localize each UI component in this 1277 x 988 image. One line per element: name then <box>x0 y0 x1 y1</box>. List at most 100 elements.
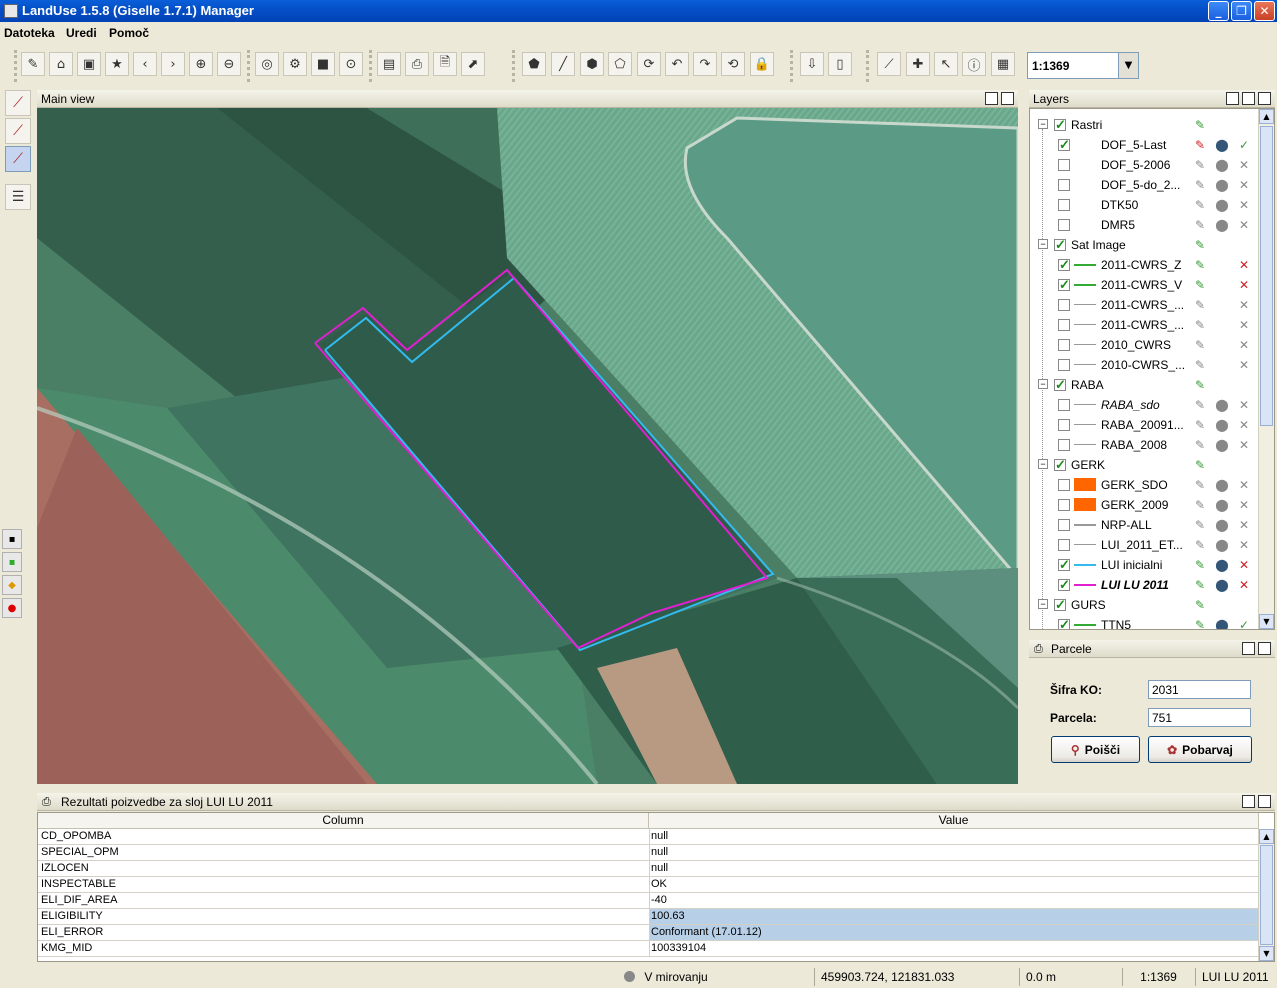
redo-icon[interactable]: ↷ <box>693 52 717 76</box>
maximize-icon[interactable] <box>1001 92 1014 105</box>
select-layer-icon[interactable]: ✕ <box>1236 357 1252 373</box>
close-button[interactable]: ✕ <box>1254 1 1275 21</box>
maximize-button[interactable]: ❐ <box>1231 1 1252 21</box>
checkbox[interactable] <box>1054 457 1066 473</box>
print-preview-icon[interactable]: 🗎 <box>433 52 457 76</box>
pdf-export-icon[interactable]: ⬈ <box>461 52 485 76</box>
table-row[interactable]: KMG_MID 100339104 <box>38 941 1259 957</box>
undo-icon[interactable]: ↶ <box>665 52 689 76</box>
table-row-highlighted[interactable]: ELIGIBILITY 100.63 <box>38 909 1259 925</box>
scroll-thumb[interactable] <box>1260 126 1273 426</box>
checkbox[interactable] <box>1058 257 1070 273</box>
checkbox[interactable] <box>1058 439 1070 451</box>
color-button[interactable]: ✿ Pobarvaj <box>1148 736 1252 763</box>
query-layer-icon[interactable]: ⬤ <box>1214 177 1230 193</box>
restore-icon[interactable] <box>985 92 998 105</box>
edit-layer-icon[interactable]: ✎ <box>1192 457 1208 473</box>
restore-icon[interactable] <box>1242 92 1255 105</box>
edit-layer-icon[interactable]: ✎ <box>1192 377 1208 393</box>
column-header[interactable]: Column <box>38 813 649 829</box>
layer-edit-icon[interactable]: ⬢ <box>580 52 604 76</box>
select-layer-icon[interactable]: ✕ <box>1236 317 1252 333</box>
checkbox[interactable] <box>1058 319 1070 331</box>
new-document-icon[interactable]: ▯ <box>828 52 852 76</box>
zoom-in-icon[interactable]: ⊕ <box>189 52 213 76</box>
layer-cwrs-v[interactable]: 2011-CWRS_V ✎ ✕ <box>1030 275 1258 295</box>
checkbox[interactable] <box>1058 539 1070 551</box>
gray-layer-icon[interactable]: ▪ <box>2 529 22 549</box>
edit-layer-icon[interactable]: ✎ <box>1192 217 1208 233</box>
checkbox[interactable] <box>1058 519 1070 531</box>
edit-layer-icon[interactable]: ✎ <box>1192 437 1208 453</box>
checkbox[interactable] <box>1058 179 1070 191</box>
select-layer-icon[interactable]: ✕ <box>1236 397 1252 413</box>
results-scrollbar[interactable]: ▲ ▼ <box>1258 829 1274 961</box>
select-layer-icon[interactable]: ✕ <box>1236 577 1252 593</box>
edit-line-icon[interactable]: ⟋ <box>5 146 31 172</box>
query-layer-icon[interactable]: ⬤ <box>1214 557 1230 573</box>
layer-group-gurs[interactable]: − GURS ✎ <box>1030 595 1258 615</box>
scroll-down-icon[interactable]: ▼ <box>1259 946 1274 961</box>
select-layer-icon[interactable]: ✕ <box>1236 537 1252 553</box>
query-layer-icon[interactable]: ⬤ <box>1214 437 1230 453</box>
edit-pencil-icon[interactable]: ✎ <box>21 52 45 76</box>
layer-dtk50[interactable]: DTK50 ✎ ⬤ ✕ <box>1030 195 1258 215</box>
edit-layer-icon[interactable]: ✎ <box>1192 597 1208 613</box>
checkbox[interactable] <box>1058 159 1070 171</box>
query-layer-icon[interactable]: ⬤ <box>1214 517 1230 533</box>
pointer-info-icon[interactable]: ↖ <box>934 52 958 76</box>
layers-list-icon[interactable] <box>1226 92 1239 105</box>
query-layer-icon[interactable]: ⬤ <box>1214 157 1230 173</box>
pin-icon[interactable]: ✚ <box>906 52 930 76</box>
document-icon[interactable]: ▤ <box>377 52 401 76</box>
select-layer-icon[interactable]: ✓ <box>1236 617 1252 629</box>
parcel-input[interactable]: 751 <box>1148 708 1251 727</box>
checkbox[interactable] <box>1058 219 1070 231</box>
restore-icon[interactable] <box>1242 795 1255 808</box>
collapse-icon[interactable]: − <box>1038 459 1048 469</box>
edit-layer-icon[interactable]: ✎ <box>1192 317 1208 333</box>
checkbox[interactable] <box>1058 339 1070 351</box>
select-rect-icon[interactable]: ■ <box>311 52 335 76</box>
layer-group-gerk[interactable]: − GERK ✎ <box>1030 455 1258 475</box>
menu-file[interactable]: Datoteka <box>4 26 55 40</box>
edit-layer-icon[interactable]: ✎ <box>1192 397 1208 413</box>
previous-view-icon[interactable]: ‹ <box>133 52 157 76</box>
checkbox[interactable] <box>1058 419 1070 431</box>
table-row[interactable]: IZLOCEN null <box>38 861 1259 877</box>
layer-nrp-all[interactable]: NRP-ALL ✎ ⬤ ✕ <box>1030 515 1258 535</box>
collapse-icon[interactable]: − <box>1038 239 1048 249</box>
edit-layer-icon[interactable]: ✎ <box>1192 197 1208 213</box>
draw-segment-icon[interactable]: ⟋ <box>5 90 31 116</box>
draw-vertex-icon[interactable]: ⟋ <box>5 118 31 144</box>
layer-dof-2006[interactable]: DOF_5-2006 ✎ ⬤ ✕ <box>1030 155 1258 175</box>
checkbox[interactable] <box>1058 479 1070 491</box>
collapse-icon[interactable]: − <box>1038 599 1048 609</box>
zoom-window-icon[interactable]: ▣ <box>77 52 101 76</box>
select-icon[interactable]: ⚙ <box>283 52 307 76</box>
query-layer-icon[interactable]: ⬤ <box>1214 217 1230 233</box>
edit-layer-icon[interactable]: ✎ <box>1192 137 1208 153</box>
maximize-icon[interactable] <box>1258 642 1271 655</box>
scroll-up-icon[interactable]: ▲ <box>1259 109 1274 124</box>
edit-layer-icon[interactable]: ✎ <box>1192 357 1208 373</box>
edit-layer-icon[interactable]: ✎ <box>1192 257 1208 273</box>
select-layer-icon[interactable]: ✕ <box>1236 177 1252 193</box>
edit-layer-icon[interactable]: ✎ <box>1192 617 1208 629</box>
query-layer-icon[interactable]: ⬤ <box>1214 197 1230 213</box>
edit-layer-icon[interactable]: ✎ <box>1192 177 1208 193</box>
edit-layer-icon[interactable]: ✎ <box>1192 117 1208 133</box>
layer-gerk-sdo[interactable]: GERK_SDO ✎ ⬤ ✕ <box>1030 475 1258 495</box>
query-layer-icon[interactable]: ⬤ <box>1214 537 1230 553</box>
measure-icon[interactable]: ⟋ <box>877 52 901 76</box>
edit-layer-icon[interactable]: ✎ <box>1192 237 1208 253</box>
restore-icon[interactable] <box>1242 642 1255 655</box>
draw-polygon-icon[interactable]: ⬟ <box>522 52 546 76</box>
zoom-extent-icon[interactable]: ⌂ <box>49 52 73 76</box>
select-layer-icon[interactable]: ✓ <box>1236 137 1252 153</box>
edit-layer-icon[interactable]: ✎ <box>1192 497 1208 513</box>
scroll-up-icon[interactable]: ▲ <box>1259 829 1274 844</box>
collapse-icon[interactable]: − <box>1038 119 1048 129</box>
select-layer-icon[interactable]: ✕ <box>1236 277 1252 293</box>
zoom-out-icon[interactable]: ⊖ <box>217 52 241 76</box>
